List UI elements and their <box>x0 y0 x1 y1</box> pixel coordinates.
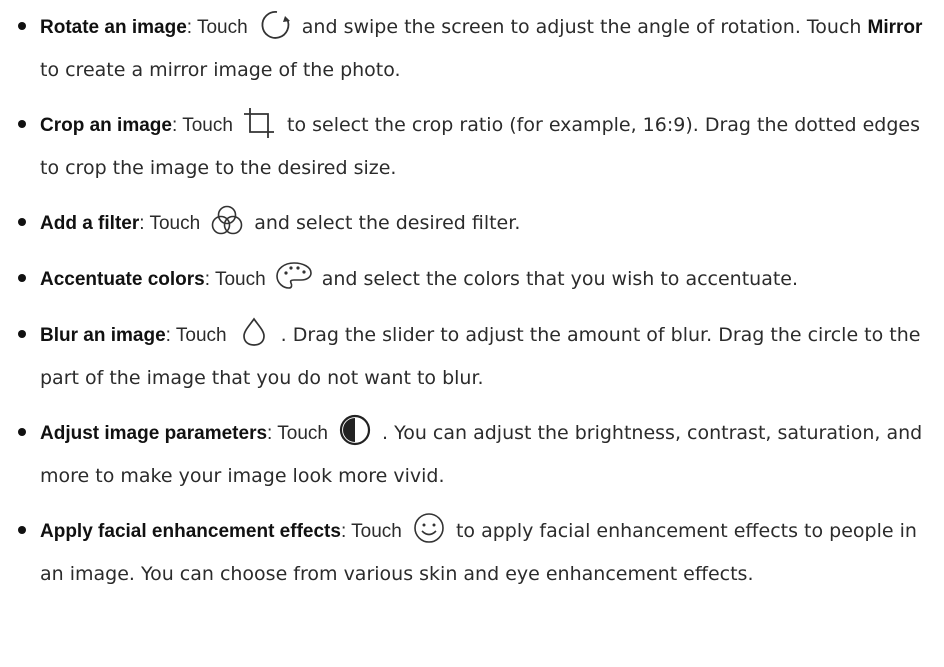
item-title: Add a filter <box>40 213 140 234</box>
item-title: Crop an image <box>40 115 172 136</box>
bullet <box>18 330 26 338</box>
item-title: Accentuate colors <box>40 269 205 290</box>
item-title: Blur an image <box>40 325 166 346</box>
item-touch-label: : Touch <box>139 213 201 234</box>
list-item: Apply facial enhancement effects: Touch … <box>14 510 934 595</box>
smiley-face-icon <box>410 511 448 545</box>
item-keyword: Mirror <box>867 17 923 38</box>
crop-icon <box>241 105 279 139</box>
item-text: and select the desired filter. <box>254 212 521 234</box>
bullet <box>18 218 26 226</box>
item-touch-label: : Touch <box>186 17 248 38</box>
list-item: Adjust image parameters: Touch . You can… <box>14 412 934 497</box>
blur-drop-icon <box>235 315 273 349</box>
list-item: Accentuate colors: Touch and select the … <box>14 258 934 301</box>
contrast-icon <box>336 413 374 447</box>
list-item: Add a filter: Touch and select the desir… <box>14 202 934 245</box>
list-item: Rotate an image: Touch and swipe the scr… <box>14 6 934 91</box>
list-item: Crop an image: Touch to select the crop … <box>14 104 934 189</box>
item-text-tail: to create a mirror image of the photo. <box>40 59 401 81</box>
item-text: and swipe the screen to adjust the angle… <box>301 16 862 38</box>
item-touch-label: : Touch <box>267 423 328 444</box>
item-touch-label: : Touch <box>165 325 227 346</box>
item-title: Rotate an image <box>40 17 187 38</box>
item-title: Adjust image parameters <box>40 423 268 444</box>
bullet <box>18 274 26 282</box>
item-touch-label: : Touch <box>204 269 266 290</box>
filter-icon <box>208 203 246 237</box>
item-text: and select the colors that you wish to a… <box>321 268 799 290</box>
item-touch-label: : Touch <box>340 521 402 542</box>
bullet <box>18 428 26 436</box>
list-item: Blur an image: Touch . Drag the slider t… <box>14 314 934 399</box>
bullet <box>18 120 26 128</box>
item-touch-label: : Touch <box>171 115 233 136</box>
palette-icon <box>274 259 314 293</box>
rotate-icon <box>256 7 294 41</box>
feature-list: Rotate an image: Touch and swipe the scr… <box>14 6 934 608</box>
bullet <box>18 526 26 534</box>
item-title: Apply facial enhancement effects <box>40 521 341 542</box>
bullet <box>18 22 26 30</box>
